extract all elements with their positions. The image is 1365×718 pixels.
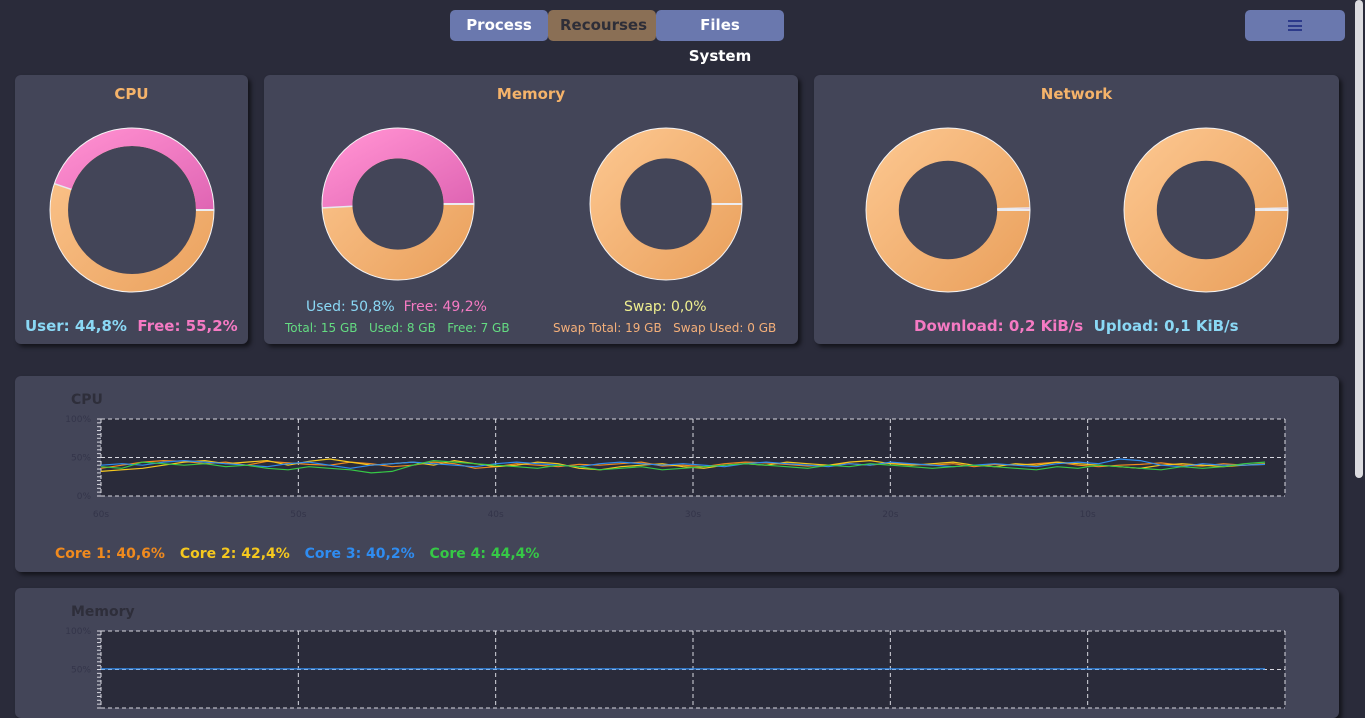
x-tick-label: 50s [290, 510, 306, 520]
tab-process[interactable]: Process [450, 10, 548, 41]
memory-history-card: Memory 100%50% [15, 588, 1339, 718]
download-label: Download: 0,2 KiB/s [914, 317, 1083, 335]
memory-donut-used-slice [337, 143, 459, 207]
memory-used-label: Used: 50,8% [306, 299, 395, 315]
top-nav: Process Recourses Files System [450, 10, 784, 41]
cpu-user-label: User: 44,8% [25, 317, 127, 335]
hamburger-icon [1288, 20, 1302, 31]
core-3-legend: Core 3: 40,2% [305, 546, 415, 562]
upload-label: Upload: 0,1 KiB/s [1094, 317, 1239, 335]
network-card-title: Network [814, 85, 1339, 103]
network-card: Network Download: 0,2 KiB/s Upload: 0,1 … [814, 75, 1339, 344]
upload-donut [1123, 127, 1289, 293]
memory-card: Memory Used: 50,8% Free: 49,2% Total: 15… [264, 75, 798, 344]
cpu-stats: User: 44,8% Free: 55,2% [25, 317, 238, 335]
memory-free-label: Free: 49,2% [404, 299, 487, 315]
core-2-legend: Core 2: 42,4% [180, 546, 290, 562]
memory-card-title: Memory [264, 85, 798, 103]
cpu-history-chart: 100% 50% 0%60s 50s 40s 30s 20s 10s [15, 376, 1339, 526]
menu-button[interactable] [1245, 10, 1345, 41]
cpu-donut-used-slice [63, 137, 205, 210]
x-tick-label: 40s [488, 510, 504, 520]
y-tick-label: 50% [71, 666, 91, 676]
cpu-card-title: CPU [15, 85, 248, 103]
cpu-usage-donut [49, 127, 215, 293]
memory-used-gb-label: Used: 8 GB [369, 321, 436, 335]
cpu-core-legend: Core 1: 40,6% Core 2: 42,4% Core 3: 40,2… [55, 546, 549, 562]
y-tick-label: 50% [71, 454, 91, 464]
download-donut [865, 127, 1031, 293]
core-1-legend: Core 1: 40,6% [55, 546, 165, 562]
y-tick-label: 0% [77, 492, 92, 502]
swap-donut-free-slice [605, 143, 727, 265]
memory-usage-donut [321, 127, 475, 281]
swap-stats: Swap Total: 19 GB Swap Used: 0 GB [553, 321, 776, 335]
y-tick-label: 100% [65, 627, 91, 637]
page-scrollbar[interactable] [1352, 0, 1365, 698]
memory-free-gb-label: Free: 7 GB [447, 321, 509, 335]
download-donut-separator [997, 208, 1030, 209]
download-donut-free-slice [882, 144, 1013, 275]
core-4-legend: Core 4: 44,4% [429, 546, 539, 562]
memory-total-label: Total: 15 GB [285, 321, 358, 335]
network-stats: Download: 0,2 KiB/s Upload: 0,1 KiB/s [914, 317, 1239, 335]
tab-resources[interactable]: Recourses [548, 10, 656, 41]
upload-donut-separator [1255, 208, 1288, 209]
swap-used-label: Swap Used: 0 GB [673, 321, 776, 335]
cpu-card: CPU User: 44,8% Free: 55,2% [15, 75, 248, 344]
tab-files-system[interactable]: Files System [656, 10, 784, 41]
x-tick-label: 10s [1080, 510, 1096, 520]
memory-history-chart: 100% 50% [15, 588, 1339, 718]
memory-percent-stats: Used: 50,8% Free: 49,2% [306, 299, 487, 315]
y-tick-label: 100% [65, 415, 91, 425]
cpu-history-card: CPU 100%50%0%60s50s40s30s20s10s Core 1: … [15, 376, 1339, 572]
swap-total-label: Swap Total: 19 GB [553, 321, 662, 335]
x-tick-label: 60s [93, 510, 109, 520]
swap-percent-label: Swap: 0,0% [624, 299, 707, 315]
scrollbar-thumb[interactable] [1355, 0, 1363, 478]
cpu-free-label: Free: 55,2% [137, 317, 237, 335]
memory-gb-stats: Total: 15 GB Used: 8 GB Free: 7 GB [285, 321, 510, 335]
x-tick-label: 30s [685, 510, 701, 520]
upload-donut-free-slice [1140, 144, 1271, 275]
swap-usage-donut [589, 127, 743, 281]
x-tick-label: 20s [882, 510, 898, 520]
